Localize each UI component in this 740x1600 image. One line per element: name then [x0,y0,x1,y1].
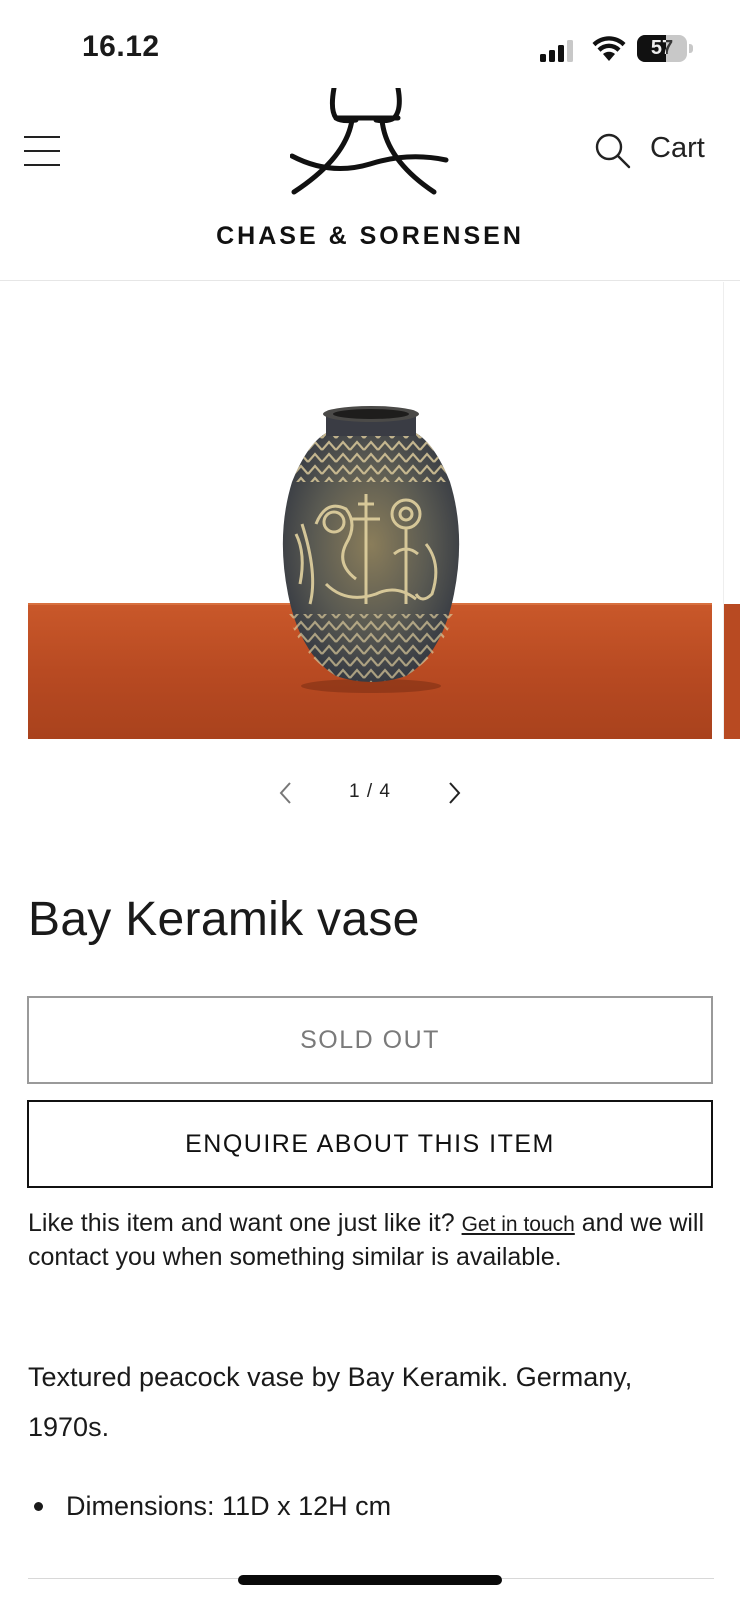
product-title: Bay Keramik vase [28,893,420,946]
battery-indicator: 57 [637,35,687,62]
chevron-right-icon[interactable] [440,775,470,811]
enquire-label: ENQUIRE ABOUT THIS ITEM [185,1130,555,1158]
get-in-touch-link[interactable]: Get in touch [462,1213,575,1236]
next-slide-preview [723,282,740,739]
home-indicator[interactable] [238,1575,502,1585]
similar-item-notice: Like this item and want one just like it… [28,1207,718,1274]
spec-dimensions: Dimensions: 11D x 12H cm [28,1486,718,1526]
brand-name[interactable]: CHASE & SORENSEN [0,222,740,251]
slide-counter: 1 / 4 [349,781,391,802]
status-bar: 16.12 57 [0,0,740,90]
chair-logo-icon[interactable] [290,88,450,200]
product-image-gallery[interactable] [28,282,712,739]
menu-bar [24,150,60,152]
site-header: CHASE & SORENSEN Cart [0,88,740,281]
product-image-slide [28,282,712,739]
wifi-icon [592,36,626,61]
menu-button[interactable] [24,134,62,168]
peacock-vase-image [282,406,460,693]
status-time: 16.12 [82,30,160,63]
product-specs-list: Dimensions: 11D x 12H cm [28,1486,718,1526]
sold-out-button[interactable]: SOLD OUT [27,996,713,1084]
menu-bar [24,136,60,138]
cart-link[interactable]: Cart [650,132,705,165]
battery-tip [689,44,693,53]
sold-out-label: SOLD OUT [300,1026,440,1054]
gallery-pager: 1 / 4 [0,775,740,815]
wooden-table [724,604,740,739]
enquire-button[interactable]: ENQUIRE ABOUT THIS ITEM [27,1100,713,1188]
chevron-left-icon[interactable] [272,775,302,811]
product-description: Textured peacock vase by Bay Keramik. Ge… [28,1362,633,1442]
similar-prefix: Like this item and want one just like it… [28,1209,455,1237]
search-icon[interactable] [594,132,632,170]
battery-percentage: 57 [650,37,674,59]
cellular-signal-icon [540,40,573,62]
menu-bar [24,164,60,166]
